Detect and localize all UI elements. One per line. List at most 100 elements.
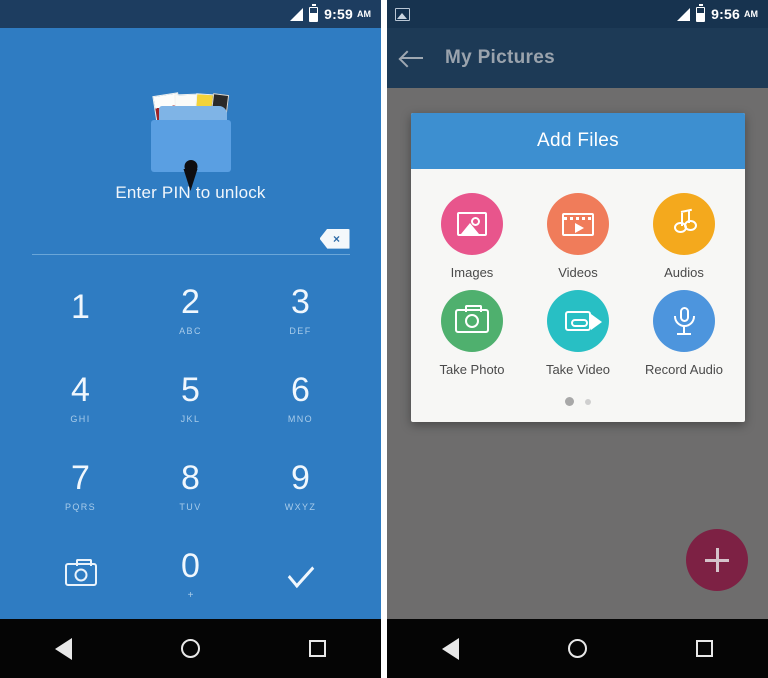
microphone-icon [672, 307, 696, 335]
key-number: 3 [291, 283, 310, 322]
key-number: 6 [291, 371, 310, 410]
tile-label: Audios [664, 265, 704, 280]
page-title: My Pictures [445, 47, 555, 68]
add-fab-button[interactable] [686, 529, 748, 591]
tile-take-video[interactable]: Take Video [525, 290, 631, 379]
status-bar-notifications [395, 7, 677, 21]
right-status-bar: 9:56 AM [387, 0, 768, 28]
home-circle-icon[interactable] [180, 639, 200, 658]
folder-front [150, 120, 231, 173]
tile-record-audio[interactable]: Record Audio [631, 290, 737, 379]
signal-bars-icon [677, 7, 691, 21]
pin-field-divider [31, 254, 350, 255]
tile-label: Take Photo [439, 362, 505, 377]
add-files-tile-grid: Images Videos Audios Take Photo Take Vid… [411, 169, 745, 385]
tile-audios[interactable]: Audios [631, 193, 737, 282]
page-dot-active[interactable] [565, 397, 574, 406]
camcorder-icon [565, 311, 602, 331]
keypad-key-5[interactable]: 5 JKL [136, 355, 246, 443]
status-bar-system-icons: 9:56 AM [677, 6, 758, 22]
left-navigation-bar [0, 619, 381, 678]
back-triangle-icon[interactable] [441, 637, 459, 660]
my-pictures-screen: My Pictures Add Files Images Videos Audi… [387, 28, 768, 619]
key-letters: ABC [179, 326, 202, 337]
keypad-key-1[interactable]: 1 [26, 267, 136, 355]
right-navigation-bar [387, 619, 768, 678]
battery-icon [696, 6, 706, 22]
status-bar-system-icons: 9:59 AM [290, 6, 371, 22]
keypad-key-4[interactable]: 4 GHI [26, 355, 136, 443]
tile-icon-circle [441, 193, 503, 255]
keypad-key-0[interactable]: 0 + [136, 531, 246, 619]
recents-square-icon[interactable] [696, 640, 714, 657]
backspace-label: × [332, 231, 340, 246]
dialog-header: Add Files [411, 113, 745, 169]
tile-label: Record Audio [644, 362, 724, 377]
key-number: 7 [71, 459, 90, 498]
keypad-key-2[interactable]: 2 ABC [136, 267, 246, 355]
keypad-key-8[interactable]: 8 TUV [136, 443, 246, 531]
key-plus-label: + [187, 589, 194, 601]
key-letters: MNO [287, 414, 314, 425]
keypad-key-7[interactable]: 7 PQRS [26, 443, 136, 531]
film-icon [562, 212, 594, 236]
keypad-key-9[interactable]: 9 WXYZ [246, 443, 356, 531]
locked-photo-folder-icon [143, 90, 239, 173]
page-dot-inactive[interactable] [585, 398, 591, 405]
left-status-bar: 9:59 AM [0, 0, 381, 28]
key-number: 9 [291, 459, 310, 498]
status-bar-time: 9:56 [711, 6, 740, 22]
image-icon [457, 212, 487, 236]
tile-icon-circle [441, 290, 503, 352]
status-bar-ampm: AM [357, 9, 371, 19]
key-number: 0 [181, 546, 200, 585]
home-circle-icon[interactable] [567, 639, 587, 658]
recents-square-icon[interactable] [309, 640, 327, 657]
tile-icon-circle [547, 193, 609, 255]
tile-images[interactable]: Images [419, 193, 525, 282]
key-letters: JKL [180, 414, 201, 425]
tile-icon-circle [547, 290, 609, 352]
tile-label: Take Video [545, 362, 611, 377]
tile-icon-circle [653, 193, 715, 255]
app-bar: My Pictures [387, 28, 768, 88]
keypad-key-3[interactable]: 3 DEF [246, 267, 356, 355]
keyhole-icon [184, 160, 197, 173]
tile-label: Videos [558, 265, 598, 280]
key-letters: GHI [70, 414, 91, 425]
tile-videos[interactable]: Videos [525, 193, 631, 282]
pin-entry-row: × [32, 225, 350, 252]
camera-icon [64, 559, 97, 587]
key-number: 5 [181, 371, 200, 410]
keypad-key-6[interactable]: 6 MNO [246, 355, 356, 443]
key-number: 4 [71, 371, 90, 410]
dialog-title: Add Files [537, 130, 619, 151]
camera-icon [455, 305, 489, 333]
status-bar-time: 9:59 [324, 6, 353, 22]
pin-keypad: 1 2 ABC 3 DEF 4 GHI 5 JKL 6 MNO 7 PQRS 8… [26, 267, 356, 619]
pin-lock-screen: Enter PIN to unlock × 1 2 ABC 3 DEF 4 GH… [0, 28, 381, 619]
plus-icon [715, 548, 719, 572]
tile-take-photo[interactable]: Take Photo [419, 290, 525, 379]
add-files-dialog: Add Files Images Videos Audios Take Phot… [411, 113, 745, 422]
dialog-page-indicator [411, 385, 745, 422]
key-letters: DEF [289, 326, 312, 337]
key-letters: TUV [179, 502, 202, 513]
right-phone-screen: 9:56 AM My Pictures Add Files Images Vid… [387, 0, 768, 678]
tile-icon-circle [653, 290, 715, 352]
backspace-key[interactable]: × [319, 228, 350, 249]
gallery-icon [395, 7, 410, 21]
checkmark-icon [287, 557, 314, 589]
music-note-icon [671, 208, 697, 237]
key-letters: WXYZ [284, 502, 317, 513]
tile-label: Images [450, 265, 494, 280]
key-letters: PQRS [64, 502, 97, 513]
keypad-confirm-key[interactable] [246, 531, 356, 619]
back-arrow-icon[interactable] [401, 50, 423, 66]
dual-screenshot-composite: 9:59 AM Enter PIN to unlock × 1 2 ABC 3 … [0, 0, 768, 678]
left-phone-screen: 9:59 AM Enter PIN to unlock × 1 2 ABC 3 … [0, 0, 381, 678]
signal-bars-icon [290, 7, 304, 21]
key-number: 2 [181, 283, 200, 322]
keypad-camera-key[interactable] [26, 531, 136, 619]
back-triangle-icon[interactable] [54, 637, 72, 660]
